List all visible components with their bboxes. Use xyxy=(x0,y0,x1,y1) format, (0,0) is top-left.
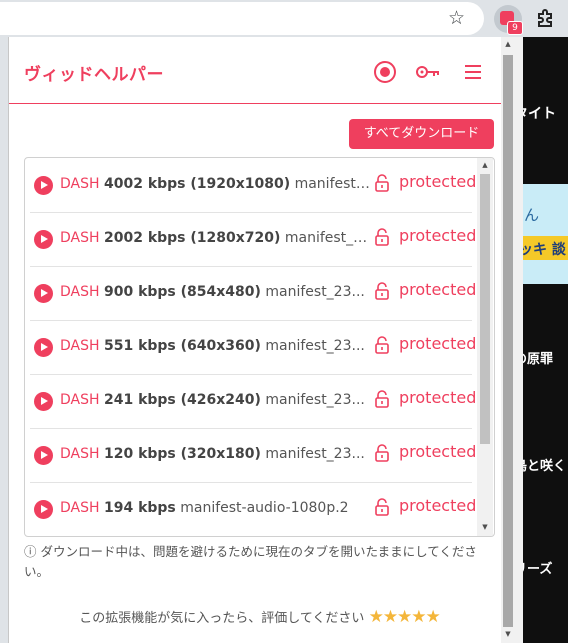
scroll-down-icon[interactable]: ▼ xyxy=(503,629,513,639)
media-row[interactable]: DASH 900 kbps (854x480) manifest_23... p… xyxy=(30,266,476,321)
media-label: DASH 551 kbps (640x360) manifest_23... xyxy=(60,336,370,356)
media-file: manifest-audio-1080p.2 xyxy=(180,500,349,516)
rating-stars-icon[interactable]: ★★★★★ xyxy=(369,607,441,627)
lock-icon xyxy=(375,336,389,354)
media-kind: DASH xyxy=(60,176,100,192)
media-kind: DASH xyxy=(60,392,100,408)
media-kind: DASH xyxy=(60,338,100,354)
media-quality: 120 kbps (320x180) xyxy=(103,446,261,462)
media-list: DASH 4002 kbps (1920x1080) manifest_1080… xyxy=(24,157,495,537)
media-label: DASH 900 kbps (854x480) manifest_23... xyxy=(60,282,370,302)
media-quality: 194 kbps xyxy=(103,500,176,516)
protected-status: protected xyxy=(399,388,477,407)
protected-status: protected xyxy=(399,226,477,245)
key-button[interactable] xyxy=(415,59,441,85)
play-icon[interactable] xyxy=(34,230,53,249)
media-quality: 241 kbps (426x240) xyxy=(103,392,261,408)
media-file: manifest_23... xyxy=(265,284,365,300)
lock-icon xyxy=(375,444,389,462)
popup-scroll-thumb[interactable] xyxy=(503,55,513,627)
rating-prompt[interactable]: この拡張機能が気に入ったら、評価してください ★★★★★ xyxy=(9,607,510,627)
download-all-button[interactable]: すべてダウンロード xyxy=(349,119,494,149)
address-bar[interactable] xyxy=(0,2,484,35)
media-label: DASH 4002 kbps (1920x1080) manifest_1080… xyxy=(60,174,370,194)
media-kind: DASH xyxy=(60,446,100,462)
record-button[interactable] xyxy=(372,59,398,85)
popup-header: ヴィッドヘルパー xyxy=(9,37,510,104)
media-row[interactable]: DASH 551 kbps (640x360) manifest_23... p… xyxy=(30,320,476,375)
info-notice: ⓘ ダウンロード中は、問題を避けるために現在のタブを開いたままにしてください。 xyxy=(24,544,477,579)
rating-text: この拡張機能が気に入ったら、評価してください xyxy=(79,611,365,626)
key-icon xyxy=(416,66,439,78)
media-file: manifest_23... xyxy=(265,392,365,408)
play-icon[interactable] xyxy=(34,176,53,195)
media-file: manifest_23... xyxy=(265,338,365,354)
menu-icon xyxy=(465,65,481,79)
media-file: manifest_1080p xyxy=(294,176,370,192)
list-scrollbar[interactable]: ▲ ▼ xyxy=(477,158,493,536)
popup-scrollbar[interactable]: ▲ ▼ xyxy=(501,37,523,643)
extension-popup: ヴィッドヘルパー すべてダウンロード DASH 4002 kbps (1920x… xyxy=(8,37,510,643)
puzzle-icon[interactable] xyxy=(536,8,556,28)
media-kind: DASH xyxy=(60,500,100,516)
media-row[interactable]: DASH 4002 kbps (1920x1080) manifest_1080… xyxy=(30,158,476,213)
protected-status: protected xyxy=(399,334,477,353)
media-row[interactable]: DASH 120 kbps (320x180) manifest_23... p… xyxy=(30,428,476,483)
star-icon[interactable]: ☆ xyxy=(448,7,465,29)
media-row[interactable]: DASH 2002 kbps (1280x720) manifest_23...… xyxy=(30,212,476,267)
media-label: DASH 2002 kbps (1280x720) manifest_23... xyxy=(60,228,370,248)
protected-status: protected xyxy=(399,496,477,515)
extension-button[interactable]: 9 xyxy=(494,5,523,35)
lock-icon xyxy=(375,228,389,246)
media-kind: DASH xyxy=(60,230,100,246)
media-file: manifest_23... xyxy=(284,230,370,246)
protected-status: protected xyxy=(399,280,477,299)
popup-title: ヴィッドヘルパー xyxy=(24,65,164,85)
lock-icon xyxy=(375,498,389,516)
play-icon[interactable] xyxy=(34,392,53,411)
media-label: DASH 120 kbps (320x180) manifest_23... xyxy=(60,444,370,464)
bg-thumb-text: ッキ 談 xyxy=(519,242,566,258)
scroll-down-icon[interactable]: ▼ xyxy=(480,522,490,532)
bg-thumb-text: ん xyxy=(524,206,540,224)
protected-status: protected xyxy=(399,442,477,461)
media-quality: 2002 kbps (1280x720) xyxy=(103,230,281,246)
lock-icon xyxy=(375,390,389,408)
scroll-up-icon[interactable]: ▲ xyxy=(480,160,490,170)
play-icon[interactable] xyxy=(34,446,53,465)
media-quality: 4002 kbps (1920x1080) xyxy=(103,176,291,192)
media-row[interactable]: DASH 194 kbps manifest-audio-1080p.2 pro… xyxy=(30,482,476,536)
media-file: manifest_23... xyxy=(265,446,365,462)
extension-badge: 9 xyxy=(507,21,523,35)
list-scroll-thumb[interactable] xyxy=(480,174,490,444)
media-row[interactable]: DASH 241 kbps (426x240) manifest_23... p… xyxy=(30,374,476,429)
browser-toolbar: ☆ 9 xyxy=(0,0,568,37)
lock-icon xyxy=(375,282,389,300)
media-label: DASH 241 kbps (426x240) manifest_23... xyxy=(60,390,370,410)
lock-icon xyxy=(375,174,389,192)
media-kind: DASH xyxy=(60,284,100,300)
scroll-up-icon[interactable]: ▲ xyxy=(503,39,513,49)
record-icon xyxy=(374,61,396,83)
bg-thumbnail: ん ッキ 談 xyxy=(516,184,568,284)
play-icon[interactable] xyxy=(34,500,53,519)
protected-status: protected xyxy=(399,172,477,191)
media-quality: 900 kbps (854x480) xyxy=(103,284,261,300)
play-icon[interactable] xyxy=(34,338,53,357)
media-quality: 551 kbps (640x360) xyxy=(103,338,261,354)
menu-button[interactable] xyxy=(460,59,486,85)
play-icon[interactable] xyxy=(34,284,53,303)
media-label: DASH 194 kbps manifest-audio-1080p.2 xyxy=(60,498,370,518)
